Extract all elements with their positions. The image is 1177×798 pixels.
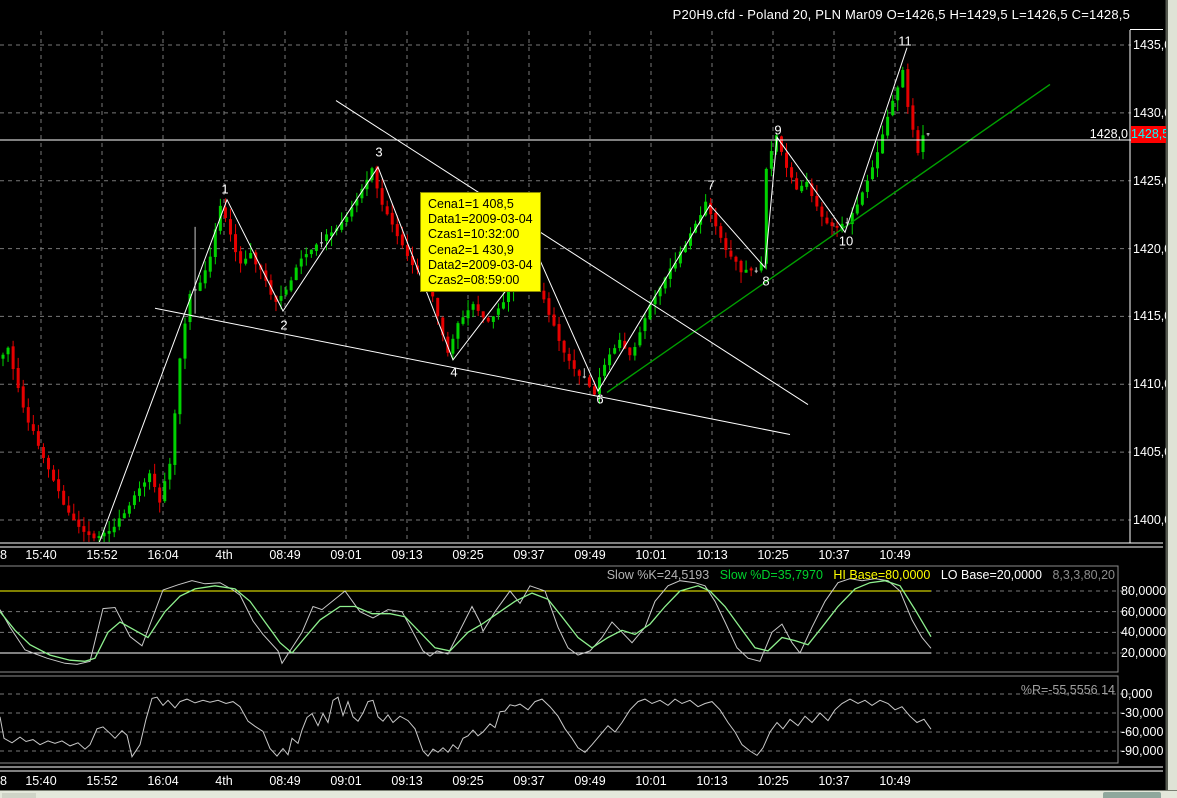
stochastic-header: Slow %K=24,5193 Slow %D=35,7970 HI Base=…	[600, 568, 1115, 582]
wave-label-9: 9	[774, 122, 782, 138]
stoch-axis-label: 40,0000	[1121, 625, 1167, 640]
chart-title: P20H9.cfd - Poland 20, PLN Mar09 O=1426,…	[672, 7, 1130, 22]
time-axis-label: 09:25	[452, 548, 484, 562]
wave-label-1: 1	[221, 181, 229, 197]
wave-label-10: 10	[838, 233, 854, 249]
time-axis-label: 09:37	[513, 774, 545, 788]
time-axis-label: 08:49	[269, 774, 301, 788]
hline-price-label: 1428,0	[1089, 127, 1128, 141]
time-axis-label: 4th	[215, 774, 233, 788]
time-axis-label: 10:49	[879, 774, 911, 788]
tooltip-line: Czas1=10:32:00	[428, 227, 520, 242]
time-axis-label: 10:13	[696, 774, 728, 788]
williams-curve	[0, 696, 932, 758]
stoch-d-line	[0, 580, 932, 662]
time-axis-label: 15:52	[86, 548, 118, 562]
window-edge-right	[1166, 0, 1177, 798]
last-price-value: 1428,5	[1131, 127, 1170, 141]
green-trendline	[606, 83, 1051, 393]
time-axis-label: 09:01	[330, 774, 362, 788]
time-axis-label: 09:01	[330, 548, 362, 562]
time-axis-label: 10:13	[696, 548, 728, 562]
window-edge-bottom	[0, 790, 1177, 798]
wave-label-3: 3	[375, 144, 383, 160]
time-axis-label: 10:49	[879, 548, 911, 562]
wr-line	[0, 696, 932, 758]
trendlines-layer	[98, 47, 1051, 542]
time-axis-label: 15:52	[86, 774, 118, 788]
time-axis-label: 10:25	[757, 774, 789, 788]
wave-label-8: 8	[762, 273, 770, 289]
williams-panel-border	[0, 675, 1119, 764]
tooltip-line: Czas2=08:59:00	[428, 273, 520, 288]
time-axis-label: 8	[0, 548, 7, 562]
stoch-lo-readout: LO Base=20,0000	[940, 568, 1042, 582]
time-axis-label: 09:49	[574, 774, 606, 788]
time-axis-label: 4th	[215, 548, 233, 562]
wr-axis-label: 0,000	[1121, 687, 1153, 701]
wr-axis-label: -60,000	[1121, 724, 1164, 739]
wave-label-2: 2	[280, 317, 288, 333]
chart-canvas[interactable]	[0, 0, 1177, 798]
stoch-d-readout: Slow %D=35,7970	[719, 568, 823, 582]
stoch-axis-label: 60,0000	[1121, 604, 1167, 619]
time-axis-label: 08:49	[269, 548, 301, 562]
time-axis-label: 16:04	[147, 548, 179, 562]
time-axis-label: 10:37	[818, 774, 850, 788]
wave-label-6: 6	[596, 391, 604, 407]
time-axis-label: 10:37	[818, 548, 850, 562]
candles-layer	[1, 63, 930, 542]
measure-tooltip: Cena1=1 408,5 Data1=2009-03-04 Czas1=10:…	[420, 192, 541, 293]
stoch-axis-label: 20,0000	[1121, 645, 1167, 660]
wave-label-7: 7	[707, 177, 715, 193]
wr-axis-label: -30,000	[1121, 705, 1164, 720]
wave-label-4: 4	[450, 364, 458, 380]
scrollbar-fragment-icon[interactable]	[2, 793, 36, 798]
time-axis-label: 09:37	[513, 548, 545, 562]
stoch-axis-label: 80,0000	[1121, 584, 1167, 598]
tooltip-line: Data1=2009-03-04	[428, 212, 533, 227]
stoch-k-readout: Slow %K=24,5193	[606, 568, 710, 582]
williams-header: %R=-55,5556 14	[1020, 683, 1115, 697]
tooltip-line: Data2=2009-03-04	[428, 257, 533, 272]
stoch-params: 8,3,3,80,20	[1052, 568, 1115, 582]
time-axis-label: 10:01	[635, 548, 667, 562]
time-axis-label: 8	[0, 774, 7, 788]
last-price-tag: 1428,5	[1131, 126, 1170, 143]
stoch-hi-readout: HI Base=80,0000	[833, 568, 931, 582]
wr-axis-label: -90,000	[1121, 743, 1164, 758]
trading-app-window: P20H9.cfd - Poland 20, PLN Mar09 O=1426,…	[0, 0, 1177, 798]
tooltip-line: Cena2=1 430,9	[428, 242, 514, 257]
time-axis-label: 15:40	[25, 548, 57, 562]
time-axis-label: 16:04	[147, 774, 179, 788]
wave-label-11: 11	[898, 33, 912, 49]
time-axis-label: 09:49	[574, 548, 606, 562]
window-fragment-icon	[1103, 792, 1161, 798]
time-axis-label: 09:25	[452, 774, 484, 788]
elliott-zigzag-line	[98, 47, 908, 542]
time-axis-label: 09:13	[391, 774, 423, 788]
support-trendline	[154, 307, 791, 435]
time-axis-label: 10:01	[635, 774, 667, 788]
time-axis-label: 09:13	[391, 548, 423, 562]
tooltip-line: Cena1=1 408,5	[428, 197, 514, 211]
time-axis-label: 10:25	[757, 548, 789, 562]
time-axis-label: 15:40	[25, 774, 57, 788]
